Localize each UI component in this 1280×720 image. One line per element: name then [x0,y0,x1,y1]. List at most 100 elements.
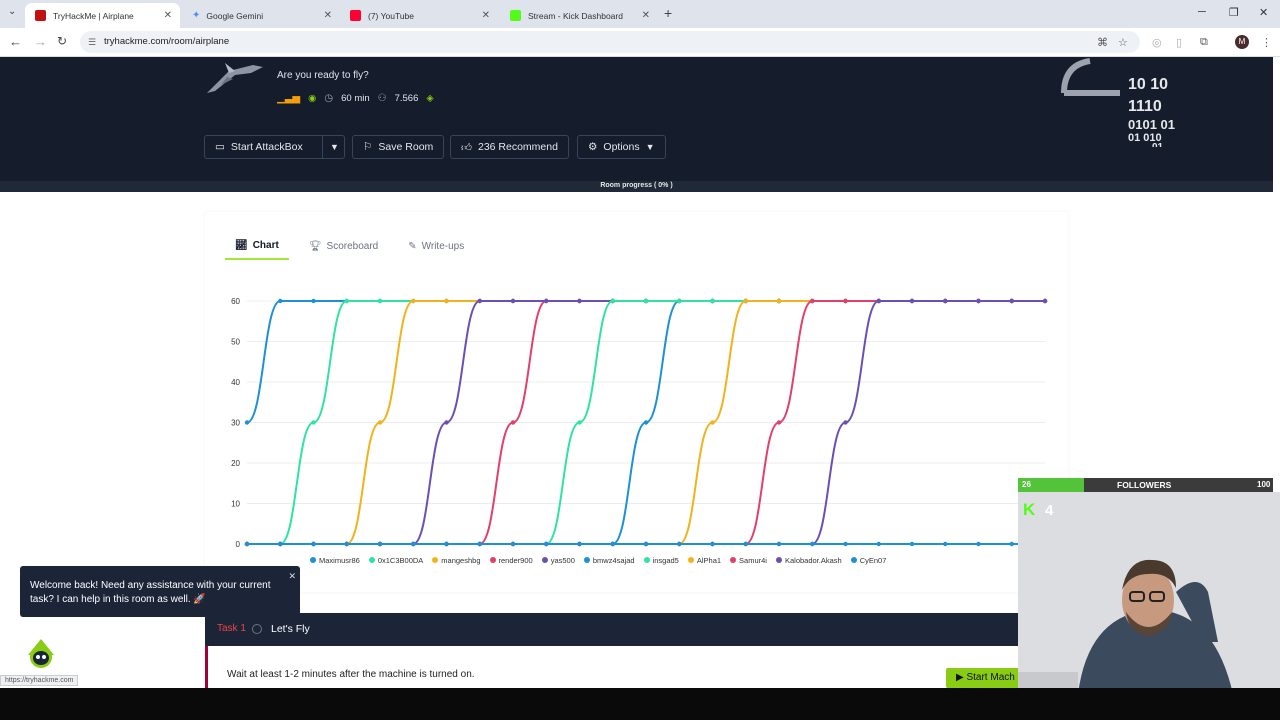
data-point[interactable] [876,298,881,304]
data-point[interactable] [943,541,948,547]
close-icon[interactable]: ✕ [288,569,296,583]
data-point[interactable] [510,298,516,304]
data-point[interactable] [577,541,582,547]
legend-item[interactable]: insgad5 [643,556,679,565]
save-page-icon[interactable]: ▯ [1176,36,1182,49]
data-point[interactable] [909,298,915,304]
data-point[interactable] [610,298,615,304]
data-point[interactable] [843,298,848,304]
legend-item[interactable]: mangeshbg [432,556,481,565]
data-point[interactable] [278,298,283,304]
data-point[interactable] [610,541,615,547]
data-point[interactable] [311,541,316,547]
start-attackbox-button[interactable]: ▭ Start AttackBox ▼ [204,135,345,159]
data-point[interactable] [311,420,316,425]
data-point[interactable] [1042,298,1048,304]
data-point[interactable] [244,420,250,425]
task-header[interactable] [205,613,1018,646]
legend-item[interactable]: render900 [489,556,533,565]
tab-writeups[interactable]: ✎ Write-ups [398,232,474,260]
data-point[interactable] [444,298,449,304]
data-point[interactable] [311,298,316,304]
close-icon[interactable]: ✕ [482,10,490,21]
tab-tryhackme[interactable]: TryHackMe | Airplane ✕ [25,3,180,28]
close-icon[interactable]: ✕ [324,10,332,21]
data-point[interactable] [776,420,782,425]
close-icon[interactable]: ✕ [164,10,172,21]
reload-icon[interactable]: ↻ [57,34,67,48]
translate-icon[interactable]: ⌘ [1097,36,1108,49]
forward-icon[interactable]: → [34,34,47,49]
data-point[interactable] [477,541,482,547]
data-point[interactable] [377,420,383,425]
tab-chart[interactable]: 📈︎ Chart [225,232,289,260]
data-point[interactable] [544,298,549,304]
data-point[interactable] [976,298,981,304]
data-point[interactable] [810,298,815,304]
data-point[interactable] [377,298,383,304]
tab-gemini[interactable]: ✦ Google Gemini ✕ [182,3,340,28]
new-tab-icon[interactable]: + [664,5,672,21]
data-point[interactable] [909,541,915,547]
data-point[interactable] [643,420,649,425]
data-point[interactable] [278,541,283,547]
legend-item[interactable]: AlPha1 [687,556,721,565]
data-point[interactable] [710,541,715,547]
site-info-icon[interactable]: ☰ [88,31,96,53]
legend-item[interactable]: Samur4i [730,556,767,565]
restore-icon[interactable]: ❐ [1229,6,1239,19]
menu-kebab-icon[interactable]: ⋮ [1261,36,1272,49]
data-point[interactable] [411,541,416,547]
extension-icon[interactable]: ◎ [1152,36,1162,49]
data-point[interactable] [444,420,449,425]
tab-scoreboard[interactable]: 🏆︎ Scoreboard [299,232,388,260]
legend-item[interactable]: 0x1C3B00DA [368,556,423,565]
data-point[interactable] [244,541,250,547]
tab-youtube[interactable]: (7) YouTube ✕ [340,3,498,28]
data-point[interactable] [411,298,416,304]
data-point[interactable] [643,298,649,304]
data-point[interactable] [776,541,782,547]
data-point[interactable] [943,298,948,304]
data-point[interactable] [1009,298,1014,304]
close-icon[interactable]: ✕ [642,10,650,21]
legend-item[interactable]: CyEn07 [850,556,886,565]
recommend-button[interactable]: 👍︎ 236 Recommend [450,135,569,159]
data-point[interactable] [677,298,682,304]
data-point[interactable] [776,298,782,304]
data-point[interactable] [344,541,349,547]
data-point[interactable] [577,298,582,304]
tab-search-icon[interactable]: ⌄ [8,6,16,17]
assistant-bot-icon[interactable] [24,635,58,669]
start-machine-button[interactable]: ▶ Start Mach [946,668,1026,688]
address-bar[interactable]: ☰ tryhackme.com/room/airplane [80,31,1140,53]
bookmark-star-icon[interactable]: ☆ [1118,36,1128,49]
data-point[interactable] [577,420,582,425]
legend-item[interactable]: yas500 [541,556,575,565]
data-point[interactable] [710,420,715,425]
data-point[interactable] [843,420,848,425]
legend-item[interactable]: bmwz4sajad [583,556,635,565]
data-point[interactable] [710,298,715,304]
data-point[interactable] [444,541,449,547]
save-room-button[interactable]: ⚐ Save Room [352,135,445,159]
tab-kick[interactable]: Stream - Kick Dashboard ✕ [500,3,658,28]
back-icon[interactable]: ← [9,34,22,49]
caret-down-icon[interactable]: ▼ [330,142,339,152]
data-point[interactable] [510,541,516,547]
data-point[interactable] [544,541,549,547]
minimize-icon[interactable]: ─ [1198,6,1206,18]
data-point[interactable] [843,541,848,547]
data-point[interactable] [510,420,516,425]
extensions-puzzle-icon[interactable]: ⧉ [1200,36,1208,49]
assistant-chat-bubble[interactable]: ✕ Welcome back! Need any assistance with… [20,566,300,617]
data-point[interactable] [377,541,383,547]
data-point[interactable] [643,541,649,547]
data-point[interactable] [810,541,815,547]
data-point[interactable] [477,298,482,304]
data-point[interactable] [876,541,881,547]
data-point[interactable] [1009,541,1014,547]
profile-avatar[interactable]: M [1235,35,1249,49]
data-point[interactable] [743,541,748,547]
window-close-icon[interactable]: ✕ [1259,6,1268,19]
